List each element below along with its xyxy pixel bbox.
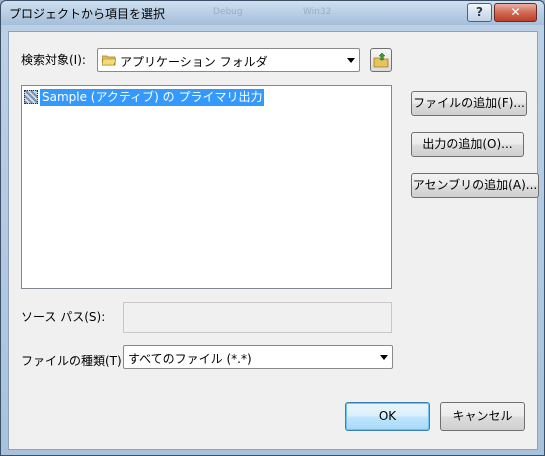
background-ghost-text: Debug bbox=[213, 7, 243, 17]
file-type-value: すべてのファイル (*.*) bbox=[128, 352, 252, 366]
source-path-label: ソース パス(S): bbox=[21, 310, 106, 324]
add-assembly-button[interactable]: アセンブリの追加(A)... bbox=[411, 173, 539, 198]
dialog-window: プロジェクトから項目を選択 Debug Win32 ? ✕ 検索対象(I): ア… bbox=[0, 0, 545, 456]
dialog-client-area: 検索対象(I): アプリケーション フォルダ Sample (アクティブ) の … bbox=[8, 31, 539, 450]
look-in-combobox[interactable]: アプリケーション フォルダ bbox=[97, 48, 360, 72]
folder-up-button[interactable] bbox=[370, 48, 392, 72]
look-in-label: 検索対象(I): bbox=[21, 53, 86, 67]
file-type-label: ファイルの種類(T): bbox=[21, 354, 126, 368]
add-output-button[interactable]: 出力の追加(O)... bbox=[411, 132, 524, 157]
list-item[interactable]: Sample (アクティブ) の プライマリ出力 bbox=[24, 88, 265, 106]
source-path-field bbox=[123, 302, 392, 333]
chevron-down-icon bbox=[380, 355, 388, 360]
background-ghost-text: Win32 bbox=[303, 7, 332, 17]
add-file-button[interactable]: ファイルの追加(F)... bbox=[411, 91, 527, 116]
folder-up-icon bbox=[373, 52, 389, 68]
dialog-title: プロジェクトから項目を選択 bbox=[9, 7, 166, 21]
output-item-icon bbox=[24, 90, 38, 104]
item-listbox[interactable]: Sample (アクティブ) の プライマリ出力 bbox=[21, 85, 392, 289]
help-button[interactable]: ? bbox=[467, 3, 492, 22]
list-item-label: Sample (アクティブ) の プライマリ出力 bbox=[40, 88, 265, 106]
folder-icon bbox=[102, 55, 116, 66]
chevron-down-icon bbox=[347, 58, 355, 63]
ok-button[interactable]: OK bbox=[345, 402, 430, 431]
title-bar[interactable]: プロジェクトから項目を選択 Debug Win32 ? ✕ bbox=[1, 1, 544, 25]
look-in-value: アプリケーション フォルダ bbox=[120, 55, 268, 69]
close-button[interactable]: ✕ bbox=[494, 3, 537, 22]
file-type-combobox[interactable]: すべてのファイル (*.*) bbox=[123, 345, 393, 369]
cancel-button[interactable]: キャンセル bbox=[440, 402, 525, 431]
